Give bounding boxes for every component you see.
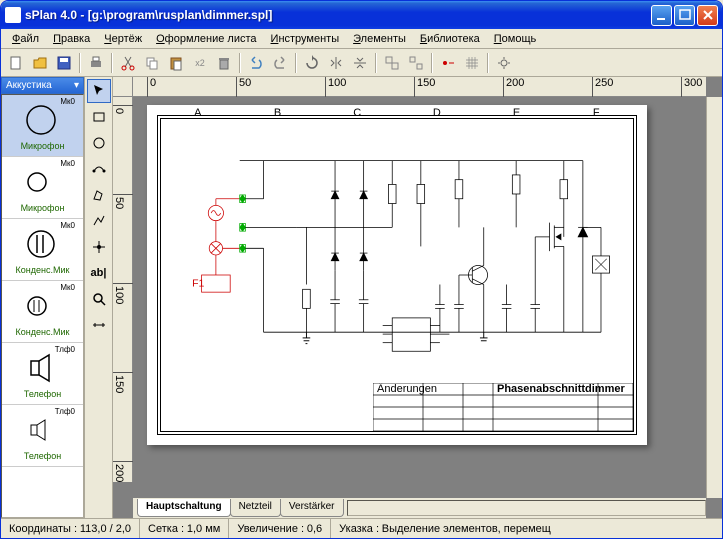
scrollbar-horizontal[interactable] bbox=[347, 500, 707, 516]
rectangle-tool[interactable] bbox=[87, 105, 111, 129]
status-hint: Указка : Выделение элементов, перемещ bbox=[331, 519, 722, 538]
separator bbox=[431, 53, 433, 73]
separator bbox=[295, 53, 297, 73]
ruler-corner bbox=[113, 77, 133, 97]
menu-file[interactable]: Файл bbox=[5, 31, 46, 47]
zoom-tool[interactable] bbox=[87, 287, 111, 311]
window-title: sPlan 4.0 - [g:\program\rusplan\dimmer.s… bbox=[25, 8, 651, 22]
separator bbox=[487, 53, 489, 73]
svg-text:Änderungen: Änderungen bbox=[377, 383, 437, 395]
library-panel: Аккустика Мк0 Микрофон Мк0 Микрофон Мк0 … bbox=[1, 77, 85, 518]
status-coords: Координаты : 113,0 / 2,0 bbox=[1, 519, 140, 538]
library-item[interactable]: Мк0 Конденс.Мик bbox=[2, 281, 83, 343]
page-tab[interactable]: Netzteil bbox=[230, 499, 281, 517]
library-category-dropdown[interactable]: Аккустика bbox=[1, 77, 84, 94]
cut-button[interactable] bbox=[117, 52, 139, 74]
library-item[interactable]: Тлф0 Телефон bbox=[2, 405, 83, 467]
maximize-button[interactable] bbox=[674, 5, 695, 26]
window-buttons bbox=[651, 5, 718, 26]
menu-tools[interactable]: Инструменты bbox=[264, 31, 347, 47]
page-tab[interactable]: Verstärker bbox=[280, 499, 344, 517]
toolbar: x2 bbox=[1, 49, 722, 77]
polygon-tool[interactable] bbox=[87, 183, 111, 207]
library-item[interactable]: Мк0 Конденс.Мик bbox=[2, 219, 83, 281]
snap-button[interactable] bbox=[437, 52, 459, 74]
paste-button[interactable] bbox=[165, 52, 187, 74]
pointer-tool[interactable] bbox=[87, 79, 111, 103]
canvas-viewport[interactable]: ABCDEF bbox=[133, 97, 722, 498]
drawing-page[interactable]: ABCDEF bbox=[147, 105, 647, 445]
library-item[interactable]: Мк0 Микрофон bbox=[2, 95, 83, 157]
menu-page-layout[interactable]: Оформление листа bbox=[149, 31, 263, 47]
grid-button[interactable] bbox=[461, 52, 483, 74]
menu-drawing[interactable]: Чертёж bbox=[97, 31, 149, 47]
page-tab[interactable]: Hauptschaltung bbox=[137, 499, 231, 517]
mirror-h-button[interactable] bbox=[325, 52, 347, 74]
open-button[interactable] bbox=[29, 52, 51, 74]
separator bbox=[375, 53, 377, 73]
menu-help[interactable]: Помощь bbox=[487, 31, 544, 47]
undo-button[interactable] bbox=[245, 52, 267, 74]
titlebar: sPlan 4.0 - [g:\program\rusplan\dimmer.s… bbox=[1, 1, 722, 29]
svg-text:F1: F1 bbox=[192, 278, 204, 289]
main-area: Аккустика Мк0 Микрофон Мк0 Микрофон Мк0 … bbox=[1, 77, 722, 518]
line-tool[interactable] bbox=[87, 209, 111, 233]
drawing-tools: ab| bbox=[85, 77, 113, 518]
app-window: sPlan 4.0 - [g:\program\rusplan\dimmer.s… bbox=[0, 0, 723, 539]
text-tool[interactable]: ab| bbox=[87, 261, 111, 285]
save-button[interactable] bbox=[53, 52, 75, 74]
app-icon bbox=[5, 7, 21, 23]
schematic-drawing: F1 bbox=[173, 131, 621, 419]
page-frame: ABCDEF bbox=[157, 115, 637, 435]
scrollbar-vertical[interactable] bbox=[706, 97, 722, 498]
minimize-button[interactable] bbox=[651, 5, 672, 26]
statusbar: Координаты : 113,0 / 2,0 Сетка : 1,0 мм … bbox=[1, 518, 722, 538]
ungroup-button[interactable] bbox=[405, 52, 427, 74]
svg-text:Phasenabschnittdimmer: Phasenabschnittdimmer bbox=[497, 383, 625, 395]
column-headers: ABCDEF bbox=[158, 107, 636, 115]
separator bbox=[111, 53, 113, 73]
new-button[interactable] bbox=[5, 52, 27, 74]
menu-library[interactable]: Библиотека bbox=[413, 31, 487, 47]
bottom-bar: Hauptschaltung Netzteil Verstärker bbox=[133, 498, 706, 518]
page-tabs: Hauptschaltung Netzteil Verstärker bbox=[137, 499, 343, 517]
ruler-vertical: 0 50 100 150 200 bbox=[113, 97, 133, 482]
rotate-button[interactable] bbox=[301, 52, 323, 74]
page-frame-inner: F1 bbox=[160, 118, 634, 432]
mirror-v-button[interactable] bbox=[349, 52, 371, 74]
duplicate-button[interactable]: x2 bbox=[189, 52, 211, 74]
library-item[interactable]: Мк0 Микрофон bbox=[2, 157, 83, 219]
settings-button[interactable] bbox=[493, 52, 515, 74]
library-items: Мк0 Микрофон Мк0 Микрофон Мк0 Конденс.Ми… bbox=[1, 94, 84, 518]
measure-tool[interactable] bbox=[87, 313, 111, 337]
group-button[interactable] bbox=[381, 52, 403, 74]
node-tool[interactable] bbox=[87, 235, 111, 259]
library-item[interactable]: Тлф0 Телефон bbox=[2, 343, 83, 405]
close-button[interactable] bbox=[697, 5, 718, 26]
status-grid: Сетка : 1,0 мм bbox=[140, 519, 229, 538]
titleblock: Änderungen Phasenabschnittdimmer bbox=[373, 383, 633, 431]
print-button[interactable] bbox=[85, 52, 107, 74]
special-shape-tool[interactable] bbox=[87, 157, 111, 181]
delete-button[interactable] bbox=[213, 52, 235, 74]
separator bbox=[79, 53, 81, 73]
circle-tool[interactable] bbox=[87, 131, 111, 155]
menu-elements[interactable]: Элементы bbox=[346, 31, 413, 47]
copy-button[interactable] bbox=[141, 52, 163, 74]
menubar: Файл Правка Чертёж Оформление листа Инст… bbox=[1, 29, 722, 49]
redo-button[interactable] bbox=[269, 52, 291, 74]
separator bbox=[239, 53, 241, 73]
status-zoom: Увеличение : 0,6 bbox=[229, 519, 331, 538]
ruler-horizontal: 0 50 100 150 200 250 300 bbox=[133, 77, 706, 97]
canvas-area: 0 50 100 150 200 250 300 0 50 100 150 20… bbox=[113, 77, 722, 518]
menu-edit[interactable]: Правка bbox=[46, 31, 97, 47]
